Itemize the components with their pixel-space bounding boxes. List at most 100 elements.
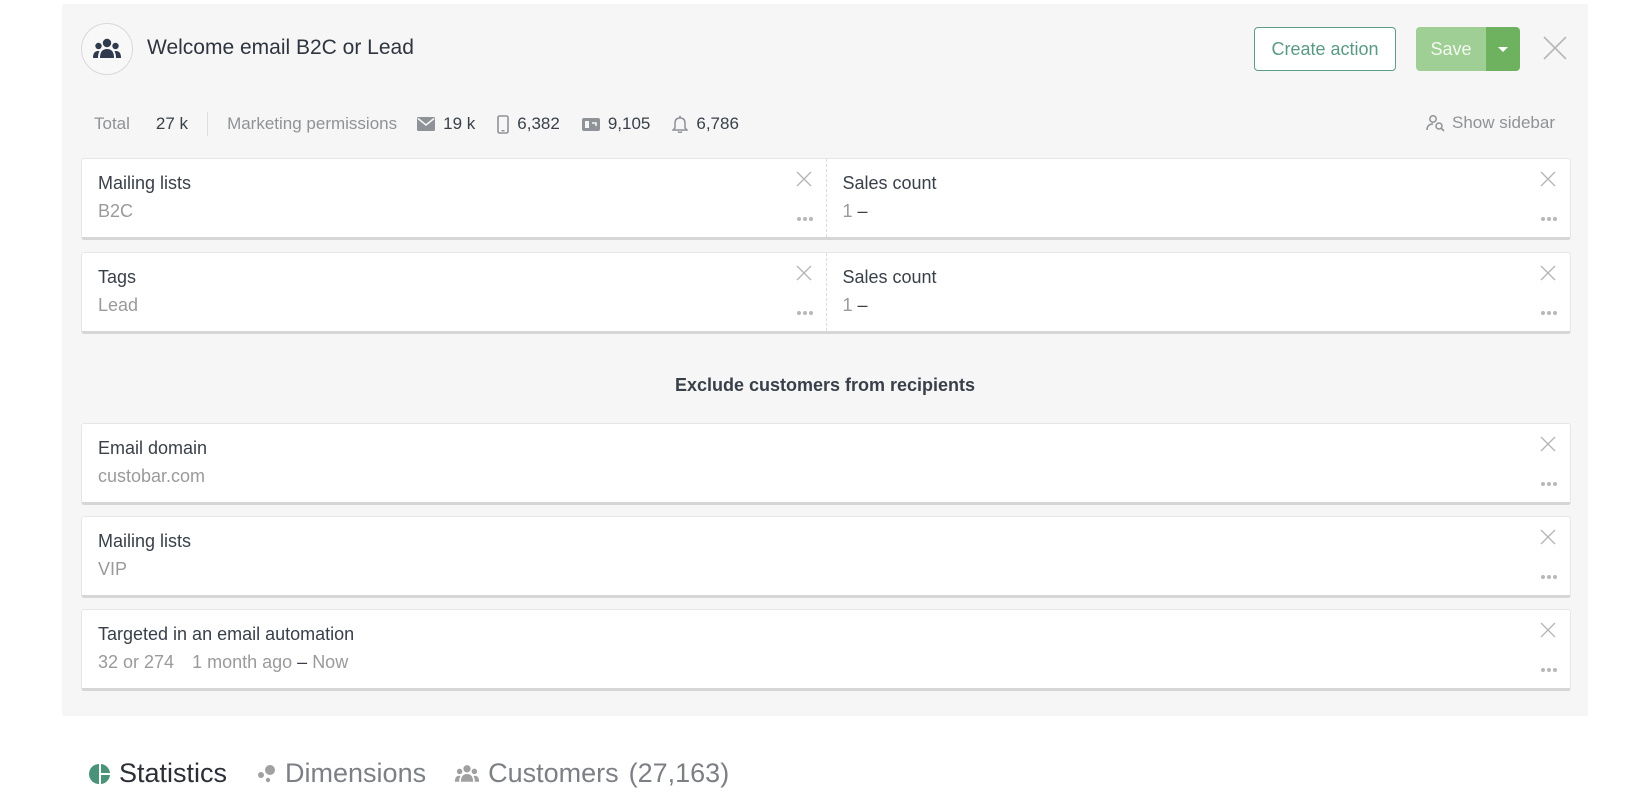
exclude-rule-row: Email domain custobar.com [81, 423, 1571, 505]
range-from: 1 month ago [192, 652, 293, 672]
remove-filter-button[interactable] [1540, 622, 1556, 638]
dot [1547, 311, 1551, 315]
dot [1553, 311, 1557, 315]
dot [1541, 668, 1545, 672]
dot [796, 217, 801, 221]
exclude-rule-row: Mailing lists VIP [81, 516, 1571, 598]
pie-chart-icon [89, 763, 110, 784]
dot [1541, 311, 1545, 315]
automation-ids: 32 or 274 [98, 652, 175, 672]
users-group-icon [454, 764, 480, 782]
tab-label: Statistics [119, 758, 228, 788]
filter-value: 1 – [842, 201, 868, 221]
create-action-button[interactable]: Create action [1254, 27, 1396, 71]
rule-filter-sales-count[interactable]: Sales count 1 – [825, 253, 1571, 331]
dot [1553, 668, 1557, 672]
filter-title: Sales count [842, 173, 937, 193]
total-value: 27 k [155, 114, 189, 133]
close-button[interactable] [1542, 35, 1568, 61]
remove-filter-button[interactable] [1540, 529, 1556, 545]
users-group-icon [93, 38, 121, 58]
close-icon [796, 265, 811, 281]
range-to: Now [312, 652, 349, 672]
rule-filter-tags[interactable]: Tags Lead [82, 253, 826, 331]
remove-filter-button[interactable] [1540, 436, 1556, 452]
filter-value: Lead [98, 295, 139, 315]
tab-customers[interactable]: Customers (27,163) [454, 758, 729, 789]
rule-filter-sales-count[interactable]: Sales count 1 – [825, 159, 1571, 237]
dot [1541, 217, 1545, 221]
more-options-button[interactable] [796, 309, 813, 317]
total-label: Total [94, 114, 130, 133]
remove-filter-button[interactable] [796, 265, 812, 281]
filter-title: Tags [98, 267, 137, 287]
filter-title: Mailing lists [98, 531, 192, 551]
filter-value: custobar.com [98, 466, 206, 486]
rule-filter-email-automation[interactable]: Targeted in an email automation 32 or 27… [82, 610, 1570, 688]
close-icon [1540, 265, 1556, 281]
dot [1553, 217, 1557, 221]
show-sidebar-label: Show sidebar [1451, 113, 1555, 132]
stats-row: Total 27 k Marketing permissions 19 k 6,… [94, 112, 739, 136]
remove-filter-button[interactable] [1540, 171, 1556, 187]
more-options-button[interactable] [1541, 666, 1557, 674]
exclude-rule-row: Targeted in an email automation 32 or 27… [81, 609, 1571, 691]
caret-down-icon [1498, 46, 1508, 52]
save-button[interactable]: Save [1416, 27, 1486, 71]
rule-filter-mailing-lists[interactable]: Mailing lists B2C [82, 159, 826, 237]
filter-title: Targeted in an email automation [98, 624, 355, 644]
filter-value: 1 – [842, 295, 868, 315]
more-options-button[interactable] [1541, 215, 1557, 223]
filter-title: Email domain [98, 438, 208, 458]
dot [1547, 482, 1551, 486]
tab-statistics[interactable]: Statistics [89, 758, 227, 789]
email-icon [417, 117, 436, 131]
bottom-tabs: Statistics Dimensions Customers (27,163) [89, 758, 757, 789]
segment-editor-panel: Welcome email B2C or Lead Create action … [62, 4, 1588, 716]
segment-title[interactable]: Welcome email B2C or Lead [147, 36, 414, 60]
rule-filter-email-domain[interactable]: Email domain custobar.com [82, 424, 1570, 502]
dot [1547, 668, 1551, 672]
stats-divider [207, 112, 209, 136]
dot [1547, 575, 1551, 579]
filter-title: Mailing lists [98, 173, 192, 193]
more-options-button[interactable] [1541, 480, 1557, 488]
more-options-button[interactable] [1541, 309, 1557, 317]
filter-value: VIP [98, 559, 128, 579]
more-options-button[interactable] [796, 215, 813, 223]
remove-filter-button[interactable] [796, 171, 812, 187]
dot [808, 311, 813, 315]
filter-value: 32 or 274 1 month ago – Now [98, 652, 348, 673]
sms-permission-stat: 6,382 [497, 114, 560, 134]
more-options-button[interactable] [1541, 573, 1557, 581]
push-permission-stat: 6,786 [672, 114, 739, 134]
show-sidebar-button[interactable]: Show sidebar [1426, 113, 1555, 133]
close-icon [1540, 622, 1556, 638]
dot [802, 217, 807, 221]
close-icon [796, 171, 811, 187]
segment-avatar [81, 23, 133, 75]
email-permission-stat: 19 k [417, 114, 475, 134]
filter-value: B2C [98, 201, 134, 221]
tab-label: Dimensions [285, 758, 427, 788]
tab-dimensions[interactable]: Dimensions [255, 758, 426, 789]
filter-title: Sales count [842, 267, 937, 287]
close-icon [1543, 36, 1567, 60]
dot [1547, 217, 1551, 221]
dimensions-icon [258, 764, 276, 782]
exclude-section-heading: Exclude customers from recipients [674, 375, 976, 395]
rule-filter-mailing-lists[interactable]: Mailing lists VIP [82, 517, 1570, 595]
mobile-icon [497, 114, 510, 134]
user-search-icon [1426, 115, 1445, 132]
dot [1541, 482, 1545, 486]
close-icon [1540, 529, 1556, 545]
include-rule-row: Mailing lists B2C Sales count 1 – [81, 158, 1571, 240]
close-icon [1540, 171, 1556, 187]
dot [808, 217, 813, 221]
save-dropdown-button[interactable] [1486, 27, 1520, 71]
remove-filter-button[interactable] [1540, 265, 1556, 281]
dot [802, 311, 807, 315]
mail-permission-stat: 9,105 [581, 114, 650, 134]
range-separator: – [297, 652, 308, 672]
mailbox-icon [581, 118, 600, 131]
